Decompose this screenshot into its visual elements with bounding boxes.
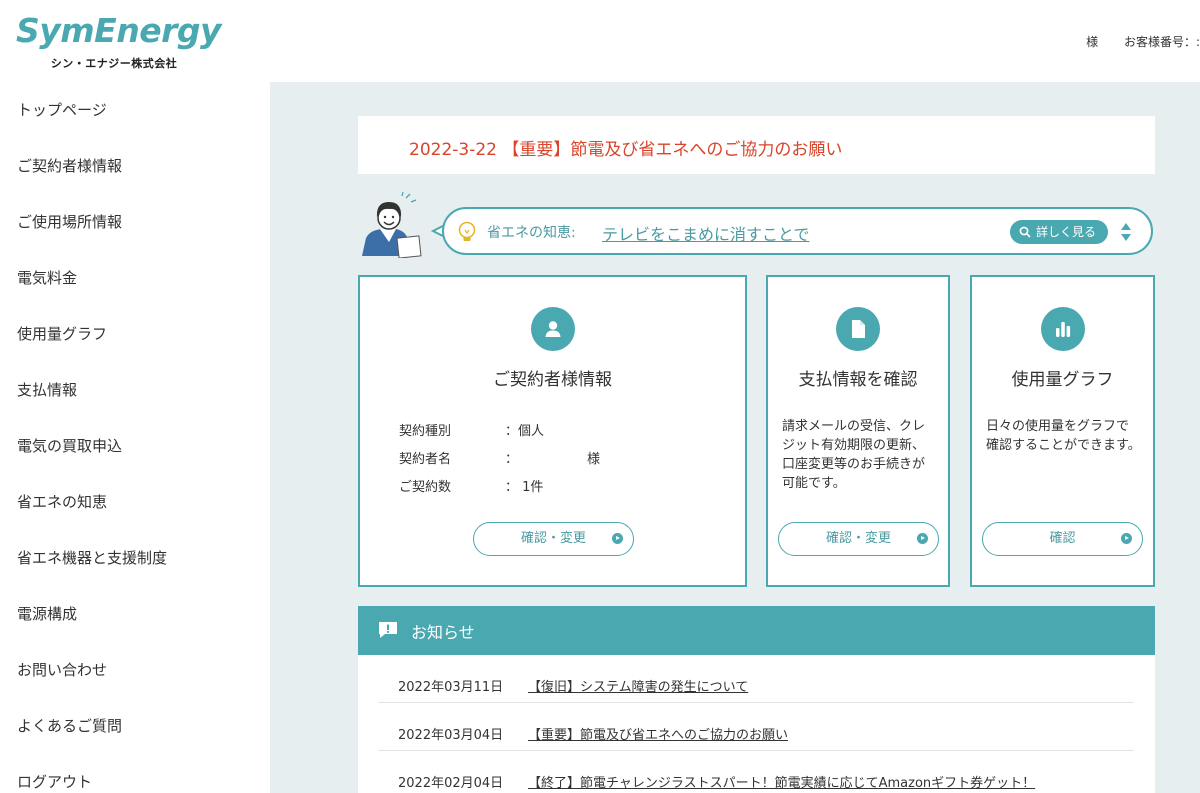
usage-confirm-button[interactable]: 確認 (982, 522, 1143, 556)
sidebar-item-power-purchase[interactable]: 電気の買取申込 (17, 435, 122, 457)
user-honorific: 様 (1086, 35, 1099, 49)
contract-count-label: ご契約数 (399, 480, 452, 495)
company-name: シン・エナジー株式会社 (50, 57, 178, 70)
contract-type-label: 契約種別 (399, 424, 452, 439)
news-link[interactable]: 【重要】節電及び省エネへのご協力のお願い (528, 724, 788, 743)
energy-tip-bubble: 省エネの知恵: テレビをこまめに消すことで 詳しく見る (442, 207, 1153, 255)
payment-confirm-change-button[interactable]: 確認・変更 (778, 522, 939, 556)
user-info: 様 お客様番号：: (1064, 33, 1200, 50)
arrow-circle-icon (612, 533, 623, 544)
arrow-circle-icon (1121, 533, 1132, 544)
contract-confirm-change-button[interactable]: 確認・変更 (473, 522, 634, 556)
news-item: 2022年02月04日 【終了】節電チャレンジラストスパート！節電実績に応じてA… (378, 751, 1134, 793)
tip-detail-button[interactable]: 詳しく見る (1010, 220, 1108, 244)
arrow-circle-icon (917, 533, 928, 544)
important-notice-banner: 2022-3-22 【重要】節電及び省エネへのご協力のお願い (358, 116, 1155, 174)
news-item: 2022年03月04日 【重要】節電及び省エネへのご協力のお願い (378, 703, 1134, 751)
sidebar-item-equipment-support[interactable]: 省エネ機器と支援制度 (17, 547, 167, 569)
news-date: 2022年02月04日 (398, 776, 504, 791)
news-header: お知らせ (358, 606, 1155, 655)
search-icon (1019, 226, 1031, 238)
usage-button-label: 確認 (1049, 531, 1076, 546)
payment-info-card: 支払情報を確認 請求メールの受信、クレジット有効期限の更新、口座変更等のお手続き… (766, 275, 950, 587)
notification-icon (379, 622, 397, 638)
sidebar-item-payment-info[interactable]: 支払情報 (17, 379, 77, 401)
sidebar-item-faq[interactable]: よくあるご質問 (17, 715, 122, 737)
tip-link[interactable]: テレビをこまめに消すことで (602, 221, 810, 245)
contractor-name-honorific: 様 (587, 452, 601, 467)
news-date: 2022年03月11日 (398, 680, 504, 695)
sidebar-nav: トップページ ご契約者様情報 ご使用場所情報 電気料金 使用量グラフ 支払情報 … (0, 82, 270, 793)
customer-number-label: お客様番号：: (1123, 35, 1200, 49)
up-down-arrows-icon[interactable] (1120, 222, 1132, 242)
news-link[interactable]: 【終了】節電チャレンジラストスパート！節電実績に応じてAmazonギフト券ゲット… (528, 772, 1035, 791)
contractor-name-value: ： (505, 452, 519, 467)
sidebar-item-usage-graph[interactable]: 使用量グラフ (17, 323, 107, 345)
bar-chart-icon (1041, 307, 1085, 351)
usage-graph-card: 使用量グラフ 日々の使用量をグラフで確認することができます。 確認 (970, 275, 1155, 587)
news-item: 2022年03月11日 【復旧】システム障害の発生について (378, 655, 1134, 703)
person-icon (531, 307, 575, 351)
news-title: お知らせ (411, 623, 475, 642)
news-link[interactable]: 【復旧】システム障害の発生について (528, 676, 748, 695)
payment-card-description: 請求メールの受信、クレジット有効期限の更新、口座変更等のお手続きが可能です。 (782, 419, 926, 491)
usage-card-title: 使用量グラフ (1011, 370, 1114, 390)
news-list: 2022年03月11日 【復旧】システム障害の発生について 2022年03月04… (358, 655, 1155, 793)
sidebar-item-top-page[interactable]: トップページ (17, 99, 107, 121)
contract-card-title: ご契約者様情報 (493, 370, 612, 390)
sidebar-item-energy-tips[interactable]: 省エネの知恵 (17, 491, 107, 513)
logo-text: SymEnergy (16, 11, 222, 50)
sidebar-item-electricity-fee[interactable]: 電気料金 (17, 267, 77, 289)
important-notice-link[interactable]: 2022-3-22 【重要】節電及び省エネへのご協力のお願い (409, 135, 842, 160)
payment-card-title: 支払情報を確認 (798, 370, 918, 390)
sidebar-item-usage-location[interactable]: ご使用場所情報 (17, 211, 122, 233)
tip-label: 省エネの知恵: (487, 225, 576, 241)
contract-info-card: ご契約者様情報 契約種別 ：個人 契約者名 ： 様 ご契約数 ： 1件 確認・変… (358, 275, 747, 587)
advisor-illustration (358, 191, 424, 259)
sidebar-item-power-source[interactable]: 電源構成 (17, 603, 77, 625)
news-date: 2022年03月04日 (398, 728, 504, 743)
contract-button-label: 確認・変更 (520, 531, 586, 546)
contractor-name-label: 契約者名 (399, 452, 452, 467)
lightbulb-icon (458, 221, 476, 241)
usage-card-description: 日々の使用量をグラフで確認することができます。 (986, 419, 1141, 453)
sidebar-item-logout[interactable]: ログアウト (17, 771, 92, 793)
document-icon (836, 307, 880, 351)
contract-count-value: ： 1件 (505, 480, 544, 495)
sidebar-item-contract-info[interactable]: ご契約者様情報 (17, 155, 122, 177)
sidebar-item-contact[interactable]: お問い合わせ (17, 659, 107, 681)
tip-detail-label: 詳しく見る (1036, 225, 1097, 239)
main-content: 2022-3-22 【重要】節電及び省エネへのご協力のお願い 省エネの知恵: テ… (270, 82, 1200, 793)
payment-button-label: 確認・変更 (825, 531, 891, 546)
contract-type-value: ：個人 (505, 424, 545, 439)
brand-logo[interactable]: SymEnergy シン・エナジー株式会社 (16, 11, 222, 72)
